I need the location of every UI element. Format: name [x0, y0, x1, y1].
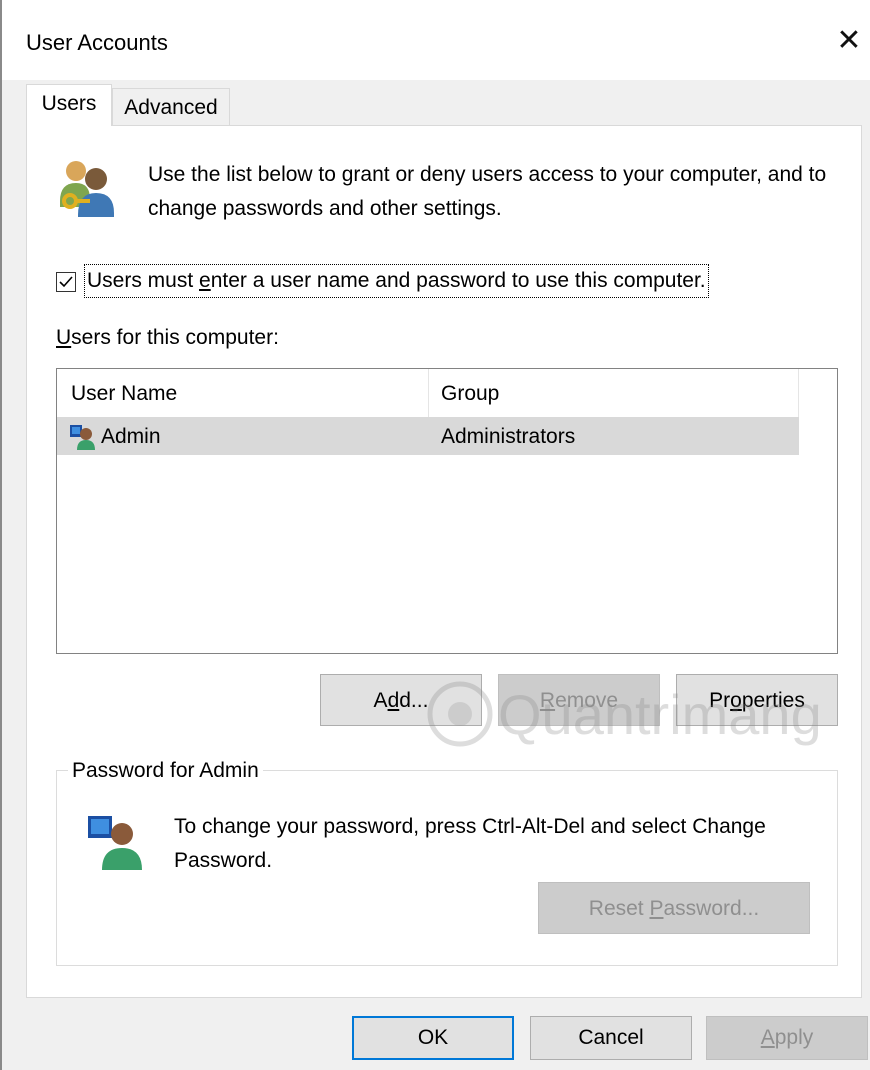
- add-button-post: d...: [399, 689, 429, 712]
- users-list-label-accel: U: [56, 326, 72, 349]
- apply-button[interactable]: Apply: [706, 1016, 868, 1060]
- row-group: Administrators: [441, 425, 576, 448]
- users-list-label-rest: sers for this computer:: [71, 326, 279, 349]
- remove-button-post: emove: [555, 689, 619, 712]
- ok-button[interactable]: OK: [352, 1016, 514, 1060]
- column-header-group[interactable]: Group: [429, 369, 799, 417]
- row-user-name: Admin: [101, 425, 161, 448]
- add-button-accel: d: [387, 689, 400, 712]
- require-login-label-accel: e: [199, 269, 211, 292]
- reset-password-post: assword...: [663, 897, 760, 920]
- properties-button-accel: o: [730, 689, 742, 712]
- table-row[interactable]: Admin Administrators: [57, 417, 799, 455]
- reset-password-button[interactable]: Reset Password...: [538, 882, 810, 934]
- password-instructions: To change your password, press Ctrl-Alt-…: [174, 815, 766, 872]
- properties-button-pre: Pr: [709, 689, 731, 712]
- user-accounts-window: User Accounts ✕ Users Advanced Use the l…: [0, 0, 870, 1070]
- user-icon: [70, 425, 95, 450]
- reset-password-accel: P: [649, 897, 664, 920]
- add-button[interactable]: Add...: [320, 674, 482, 726]
- apply-button-post: pply: [774, 1026, 814, 1049]
- users-listview[interactable]: User Name Group Admin Administrators: [56, 368, 838, 654]
- require-login-label[interactable]: Users must enter a user name and passwor…: [84, 264, 709, 298]
- require-login-label-post: nter a user name and password to use thi…: [210, 269, 706, 292]
- reset-password-pre: Reset: [588, 897, 650, 920]
- window-title: User Accounts: [26, 30, 168, 55]
- properties-button-post: perties: [741, 689, 805, 712]
- remove-button[interactable]: Remove: [498, 674, 660, 726]
- cancel-button[interactable]: Cancel: [530, 1016, 692, 1060]
- user-password-icon: [88, 816, 142, 870]
- intro-text: Use the list below to grant or deny user…: [148, 163, 827, 220]
- tab-users[interactable]: Users: [26, 84, 112, 126]
- users-keys-icon: [60, 161, 114, 217]
- require-login-label-pre: Users must: [87, 269, 200, 292]
- password-group-title: Password for Admin: [68, 756, 263, 786]
- column-header-user-name[interactable]: User Name: [57, 369, 429, 417]
- listview-header: User Name Group: [57, 369, 799, 418]
- require-login-checkbox[interactable]: [56, 272, 76, 292]
- title-bar: User Accounts ✕: [2, 0, 870, 80]
- users-list-label: Users for this computer:: [56, 326, 279, 350]
- close-icon[interactable]: ✕: [832, 24, 866, 58]
- checkmark-icon: [59, 276, 73, 288]
- apply-button-accel: A: [760, 1026, 775, 1049]
- properties-button[interactable]: Properties: [676, 674, 838, 726]
- tab-advanced[interactable]: Advanced: [112, 88, 230, 126]
- remove-button-accel: R: [539, 689, 556, 712]
- add-button-pre: A: [373, 689, 388, 712]
